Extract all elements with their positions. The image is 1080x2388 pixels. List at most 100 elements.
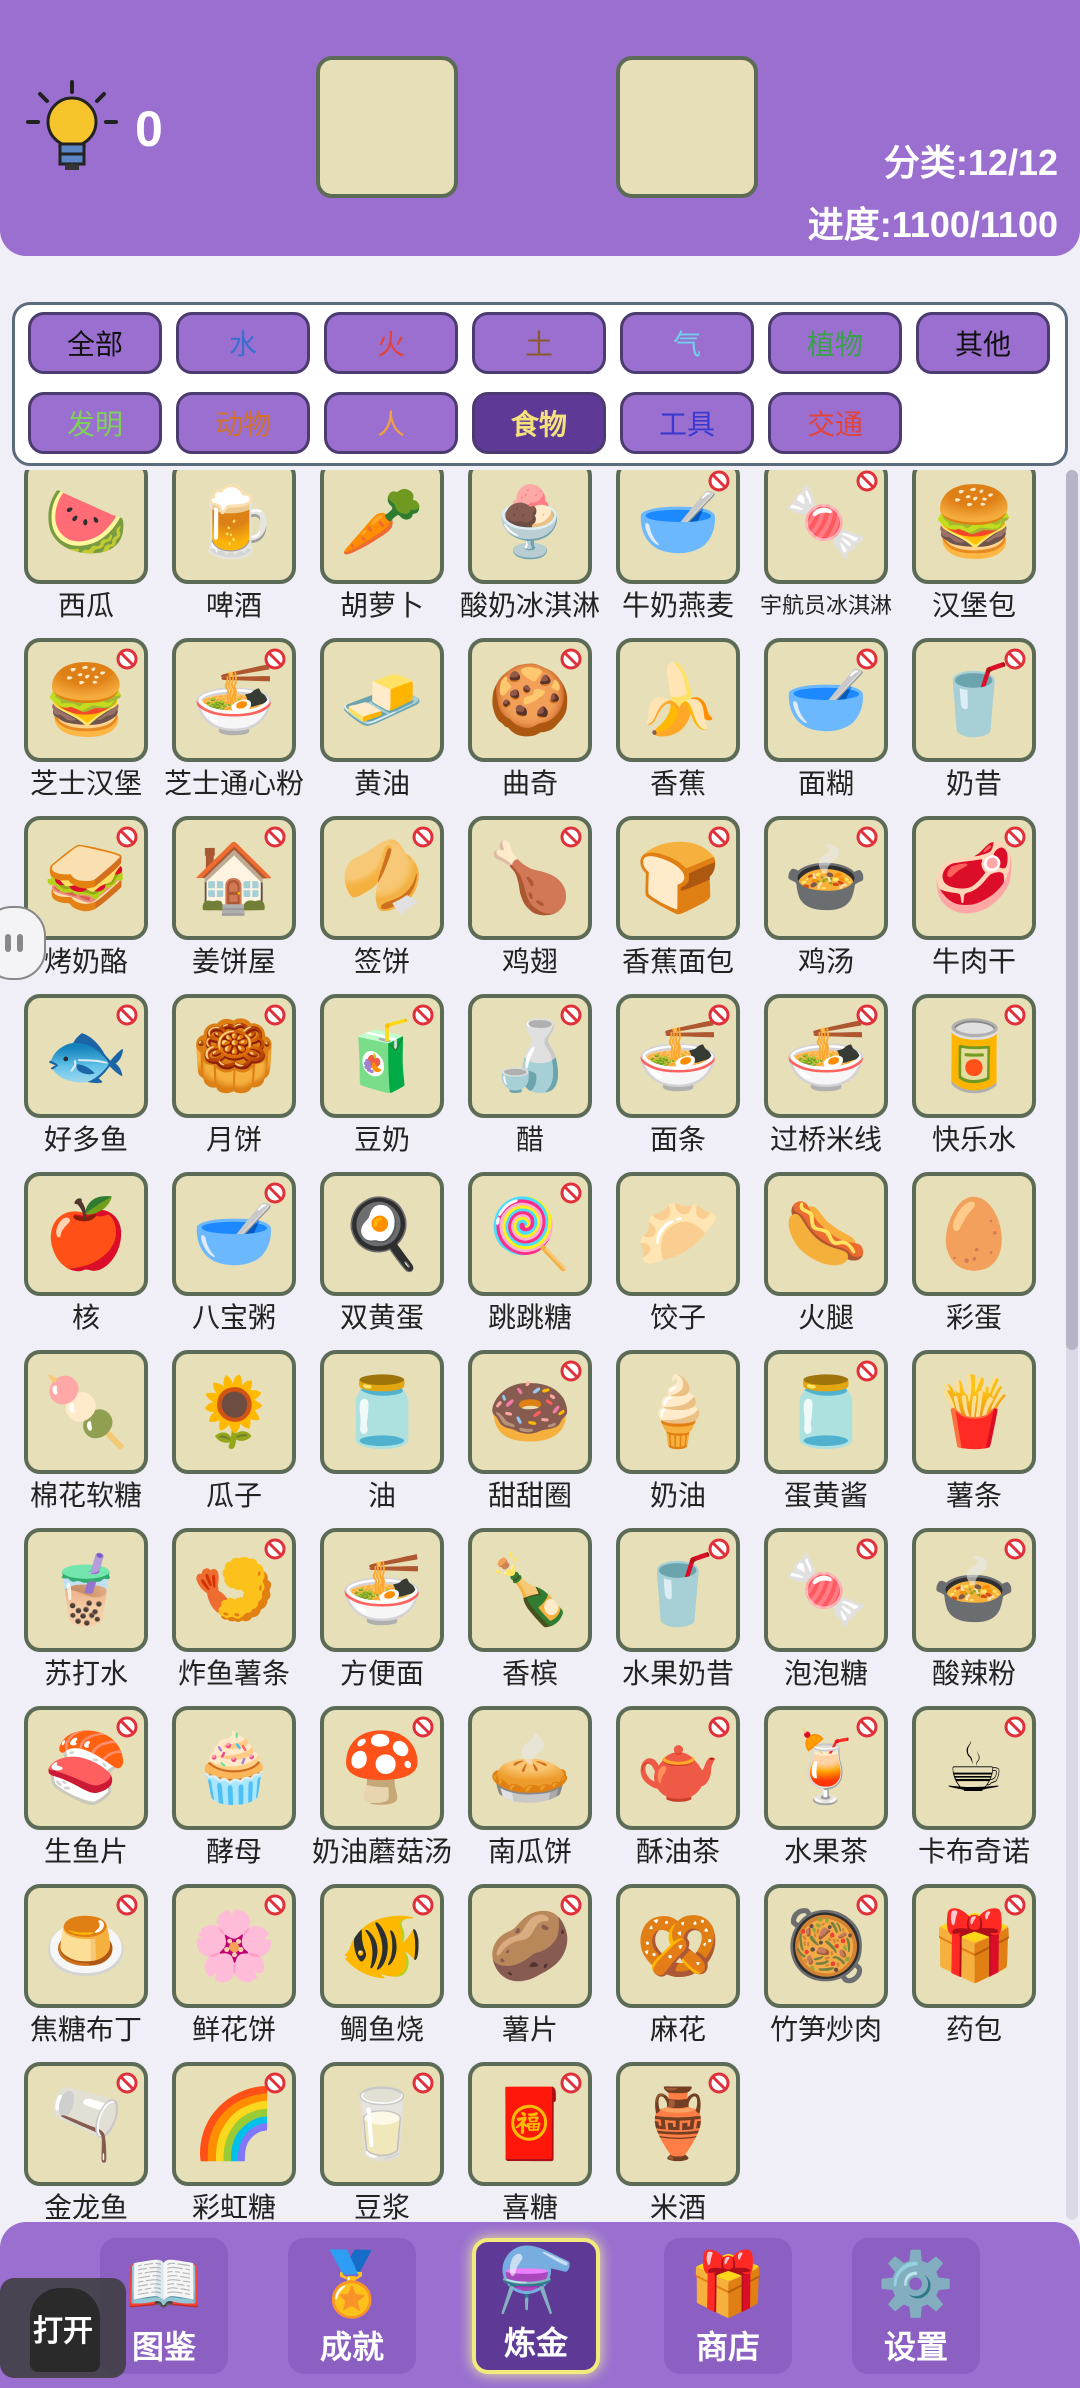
- element-item[interactable]: 🍜 面条: [604, 994, 752, 1172]
- element-item[interactable]: 🐠 鲷鱼烧: [308, 1884, 456, 2062]
- element-item[interactable]: 🍗 鸡翅: [456, 816, 604, 994]
- element-tile[interactable]: 🍪: [468, 638, 592, 762]
- nav-shop-button[interactable]: 🎁 商店: [664, 2238, 792, 2374]
- element-item[interactable]: 🥘 竹笋炒肉: [752, 1884, 900, 2062]
- element-tile[interactable]: 🥕: [320, 470, 444, 584]
- element-item[interactable]: 🫙 蛋黄酱: [752, 1350, 900, 1528]
- element-item[interactable]: 🥠 签饼: [308, 816, 456, 994]
- element-tile[interactable]: 🍉: [24, 470, 148, 584]
- element-item[interactable]: 🌻 瓜子: [160, 1350, 308, 1528]
- element-tile[interactable]: 🍦: [616, 1350, 740, 1474]
- element-item[interactable]: 🏺 米酒: [604, 2062, 752, 2220]
- element-item[interactable]: 🥟 饺子: [604, 1172, 752, 1350]
- element-tile[interactable]: 🍲: [764, 816, 888, 940]
- element-tile[interactable]: 🧁: [172, 1706, 296, 1830]
- element-item[interactable]: 🥧 南瓜饼: [456, 1706, 604, 1884]
- element-tile[interactable]: 🍔: [912, 470, 1036, 584]
- open-button[interactable]: 打开: [0, 2278, 126, 2378]
- element-tile[interactable]: 🥣: [616, 470, 740, 584]
- element-item[interactable]: 🥣 牛奶燕麦: [604, 470, 752, 638]
- element-tile[interactable]: 🌈: [172, 2062, 296, 2186]
- element-item[interactable]: 🍜 芝士通心粉: [160, 638, 308, 816]
- element-tile[interactable]: 🐟: [24, 994, 148, 1118]
- element-tile[interactable]: 🍲: [912, 1528, 1036, 1652]
- element-item[interactable]: 🍬 宇航员冰淇淋: [752, 470, 900, 638]
- element-item[interactable]: 🥛 豆浆: [308, 2062, 456, 2220]
- element-item[interactable]: 🍩 甜甜圈: [456, 1350, 604, 1528]
- combine-slot-left[interactable]: [316, 56, 458, 198]
- element-tile[interactable]: 🫗: [24, 2062, 148, 2186]
- element-tile[interactable]: 🍎: [24, 1172, 148, 1296]
- filter-0[interactable]: 全部: [28, 312, 162, 374]
- element-tile[interactable]: 🍜: [616, 994, 740, 1118]
- element-tile[interactable]: 🥤: [912, 638, 1036, 762]
- element-tile[interactable]: 🥨: [616, 1884, 740, 2008]
- element-item[interactable]: 🥨 麻花: [604, 1884, 752, 2062]
- element-item[interactable]: 🍲 鸡汤: [752, 816, 900, 994]
- element-tile[interactable]: 🍭: [468, 1172, 592, 1296]
- element-item[interactable]: 🍉 西瓜: [12, 470, 160, 638]
- element-tile[interactable]: 🍬: [764, 470, 888, 584]
- element-tile[interactable]: ☕: [912, 1706, 1036, 1830]
- element-tile[interactable]: 🥧: [468, 1706, 592, 1830]
- filter-3[interactable]: 土: [472, 312, 606, 374]
- element-tile[interactable]: 🫙: [764, 1350, 888, 1474]
- filter-5[interactable]: 植物: [768, 312, 902, 374]
- element-tile[interactable]: 🍔: [24, 638, 148, 762]
- element-tile[interactable]: 🍜: [320, 1528, 444, 1652]
- element-tile[interactable]: 🐠: [320, 1884, 444, 2008]
- element-item[interactable]: 🧋 苏打水: [12, 1528, 160, 1706]
- element-item[interactable]: 🍞 香蕉面包: [604, 816, 752, 994]
- nav-achievements-button[interactable]: 🏅 成就: [288, 2238, 416, 2374]
- element-item[interactable]: 🍹 水果茶: [752, 1706, 900, 1884]
- element-item[interactable]: 🥣 面糊: [752, 638, 900, 816]
- element-item[interactable]: 🧃 豆奶: [308, 994, 456, 1172]
- element-item[interactable]: 🍜 过桥米线: [752, 994, 900, 1172]
- element-item[interactable]: 🧁 酵母: [160, 1706, 308, 1884]
- element-tile[interactable]: 🥣: [764, 638, 888, 762]
- element-tile[interactable]: 🫙: [320, 1350, 444, 1474]
- element-item[interactable]: 🎁 药包: [900, 1884, 1048, 2062]
- element-item[interactable]: 🍤 炸鱼薯条: [160, 1528, 308, 1706]
- element-tile[interactable]: 🍶: [468, 994, 592, 1118]
- element-tile[interactable]: 🧋: [24, 1528, 148, 1652]
- filter-11[interactable]: 工具: [620, 392, 754, 454]
- element-tile[interactable]: 🍜: [764, 994, 888, 1118]
- element-tile[interactable]: 🍹: [764, 1706, 888, 1830]
- element-item[interactable]: 🍣 生鱼片: [12, 1706, 160, 1884]
- element-tile[interactable]: 🍌: [616, 638, 740, 762]
- element-tile[interactable]: 🍨: [468, 470, 592, 584]
- nav-settings-button[interactable]: ⚙️ 设置: [852, 2238, 980, 2374]
- element-tile[interactable]: 🍄: [320, 1706, 444, 1830]
- element-item[interactable]: 🍡 棉花软糖: [12, 1350, 160, 1528]
- filter-1[interactable]: 水: [176, 312, 310, 374]
- element-tile[interactable]: 🏺: [616, 2062, 740, 2186]
- nav-alchemy-button[interactable]: ⚗️ 炼金: [472, 2238, 600, 2374]
- element-item[interactable]: 🥮 月饼: [160, 994, 308, 1172]
- element-item[interactable]: 🥚 彩蛋: [900, 1172, 1048, 1350]
- element-item[interactable]: 🥫 快乐水: [900, 994, 1048, 1172]
- element-tile[interactable]: 🥛: [320, 2062, 444, 2186]
- element-item[interactable]: 🍬 泡泡糖: [752, 1528, 900, 1706]
- element-tile[interactable]: 🥘: [764, 1884, 888, 2008]
- element-tile[interactable]: 🍬: [764, 1528, 888, 1652]
- element-item[interactable]: 🌸 鲜花饼: [160, 1884, 308, 2062]
- element-tile[interactable]: 🥤: [616, 1528, 740, 1652]
- element-tile[interactable]: 🍤: [172, 1528, 296, 1652]
- element-tile[interactable]: 🍜: [172, 638, 296, 762]
- element-tile[interactable]: 🧈: [320, 638, 444, 762]
- element-tile[interactable]: 🥩: [912, 816, 1036, 940]
- element-tile[interactable]: 🫖: [616, 1706, 740, 1830]
- element-tile[interactable]: 🍣: [24, 1706, 148, 1830]
- element-tile[interactable]: 🍮: [24, 1884, 148, 2008]
- element-item[interactable]: 🍌 香蕉: [604, 638, 752, 816]
- element-item[interactable]: 🏠 姜饼屋: [160, 816, 308, 994]
- filter-4[interactable]: 气: [620, 312, 754, 374]
- element-item[interactable]: 🐟 好多鱼: [12, 994, 160, 1172]
- element-tile[interactable]: 🥮: [172, 994, 296, 1118]
- element-tile[interactable]: 🥠: [320, 816, 444, 940]
- element-item[interactable]: 🥕 胡萝卜: [308, 470, 456, 638]
- element-tile[interactable]: 🍳: [320, 1172, 444, 1296]
- element-tile[interactable]: 🧧: [468, 2062, 592, 2186]
- element-item[interactable]: 🍔 芝士汉堡: [12, 638, 160, 816]
